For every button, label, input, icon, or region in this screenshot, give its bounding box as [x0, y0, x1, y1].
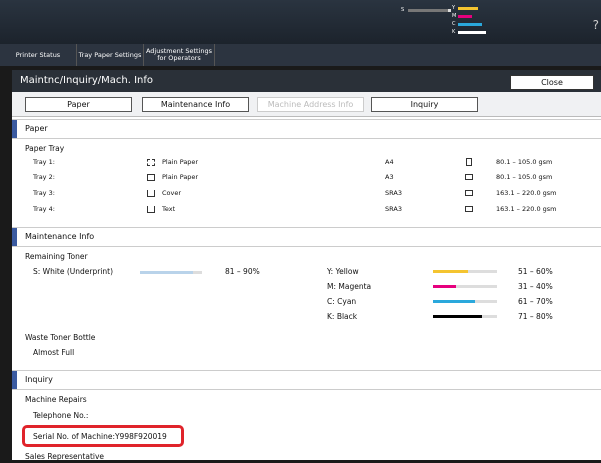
section-paper-label: Paper [25, 124, 48, 133]
tray-paper-weight: 80.1 – 105.0 gsm [496, 173, 553, 181]
toner-indicator-c [458, 23, 482, 26]
toner-indicator-k [458, 31, 486, 34]
machine-repairs-label: Machine Repairs [25, 395, 87, 404]
tab-tray-paper-settings[interactable]: Tray Paper Settings [77, 44, 144, 66]
toner-label-k: K [452, 29, 456, 35]
toner-range-cyan: 61 – 70% [518, 297, 553, 306]
tray-paper-weight: 80.1 – 105.0 gsm [496, 158, 553, 166]
tray-paper-size: SRA3 [385, 205, 402, 213]
tray-paper-weight: 163.1 – 220.0 gsm [496, 189, 557, 197]
tray-name: Tray 1: [33, 158, 55, 166]
toner-gauge-cyan [433, 300, 497, 303]
waste-toner-status: Almost Full [33, 348, 75, 357]
tab-machine-address-info: Machine Address Info [257, 97, 364, 112]
tray-icon [147, 190, 155, 197]
remaining-toner-label: Remaining Toner [25, 252, 88, 261]
header-tabs: Printer Status Tray Paper Settings Adjus… [0, 44, 601, 66]
toner-label-y: Y [452, 5, 456, 11]
tray-paper-size: SRA3 [385, 189, 402, 197]
landscape-orientation-icon [465, 206, 473, 212]
tray-paper-type: Plain Paper [162, 173, 199, 181]
tab-paper[interactable]: Paper [25, 97, 132, 112]
toner-range-white: 81 – 90% [225, 267, 260, 276]
landscape-orientation-icon [465, 174, 473, 180]
close-button[interactable]: Close [510, 75, 594, 90]
toner-label-yellow: Y: Yellow [327, 267, 359, 276]
toner-label-c: C [452, 21, 456, 27]
section-paper: Paper [12, 119, 601, 139]
tray-paper-type: Plain Paper [162, 158, 199, 166]
help-icon[interactable]: ? [593, 18, 599, 32]
tray-icon [147, 174, 155, 181]
tray-paper-type: Text [162, 205, 176, 213]
toner-label-white: S: White (Underprint) [33, 267, 114, 276]
tab-maintenance-info[interactable]: Maintenance Info [142, 97, 249, 112]
toner-gauge-yellow [433, 270, 497, 273]
section-inquiry: Inquiry [12, 370, 601, 390]
tray-paper-type: Cover [162, 189, 182, 197]
tray-paper-size: A4 [385, 158, 394, 166]
tray-icon [147, 159, 155, 166]
section-maintenance-label: Maintenance Info [25, 232, 95, 241]
tab-inquiry[interactable]: Inquiry [371, 97, 478, 112]
toner-range-yellow: 51 – 60% [518, 267, 553, 276]
toner-gauge-white [140, 271, 202, 274]
serial-number-highlight [22, 425, 184, 447]
toner-gauge-magenta [433, 285, 497, 288]
window-title: Maintnc/Inquiry/Mach. Info [20, 75, 154, 86]
toner-indicator-y [458, 7, 478, 10]
tab-adjustment-settings[interactable]: Adjustment Settings for Operators [144, 44, 215, 66]
section-maintenance: Maintenance Info [12, 227, 601, 247]
sales-representative-label: Sales Representative [25, 452, 105, 461]
toner-label-cyan: C: Cyan [327, 297, 357, 306]
landscape-orientation-icon [465, 190, 473, 196]
tray-name: Tray 3: [33, 189, 55, 197]
tray-paper-weight: 163.1 – 220.0 gsm [496, 205, 557, 213]
tray-name: Tray 4: [33, 205, 55, 213]
tray-icon [147, 206, 155, 213]
toner-label-s: S [401, 7, 405, 13]
toner-range-black: 71 – 80% [518, 312, 553, 321]
top-bar: S Y M C K ? [0, 0, 601, 44]
paper-tray-heading: Paper Tray [25, 144, 65, 153]
waste-toner-label: Waste Toner Bottle [25, 333, 96, 342]
toner-label-black: K: Black [327, 312, 358, 321]
toner-gauge-black [433, 315, 497, 318]
portrait-orientation-icon [466, 158, 472, 166]
section-inquiry-label: Inquiry [25, 375, 53, 384]
tab-printer-status[interactable]: Printer Status [0, 44, 77, 66]
telephone-label: Telephone No.: [33, 411, 89, 420]
toner-label-magenta: M: Magenta [327, 282, 372, 291]
toner-label-m: M [452, 13, 457, 19]
tray-paper-size: A3 [385, 173, 394, 181]
toner-indicator-s [408, 9, 448, 12]
toner-indicator-m [458, 15, 472, 18]
toner-range-magenta: 31 – 40% [518, 282, 553, 291]
tray-name: Tray 2: [33, 173, 55, 181]
